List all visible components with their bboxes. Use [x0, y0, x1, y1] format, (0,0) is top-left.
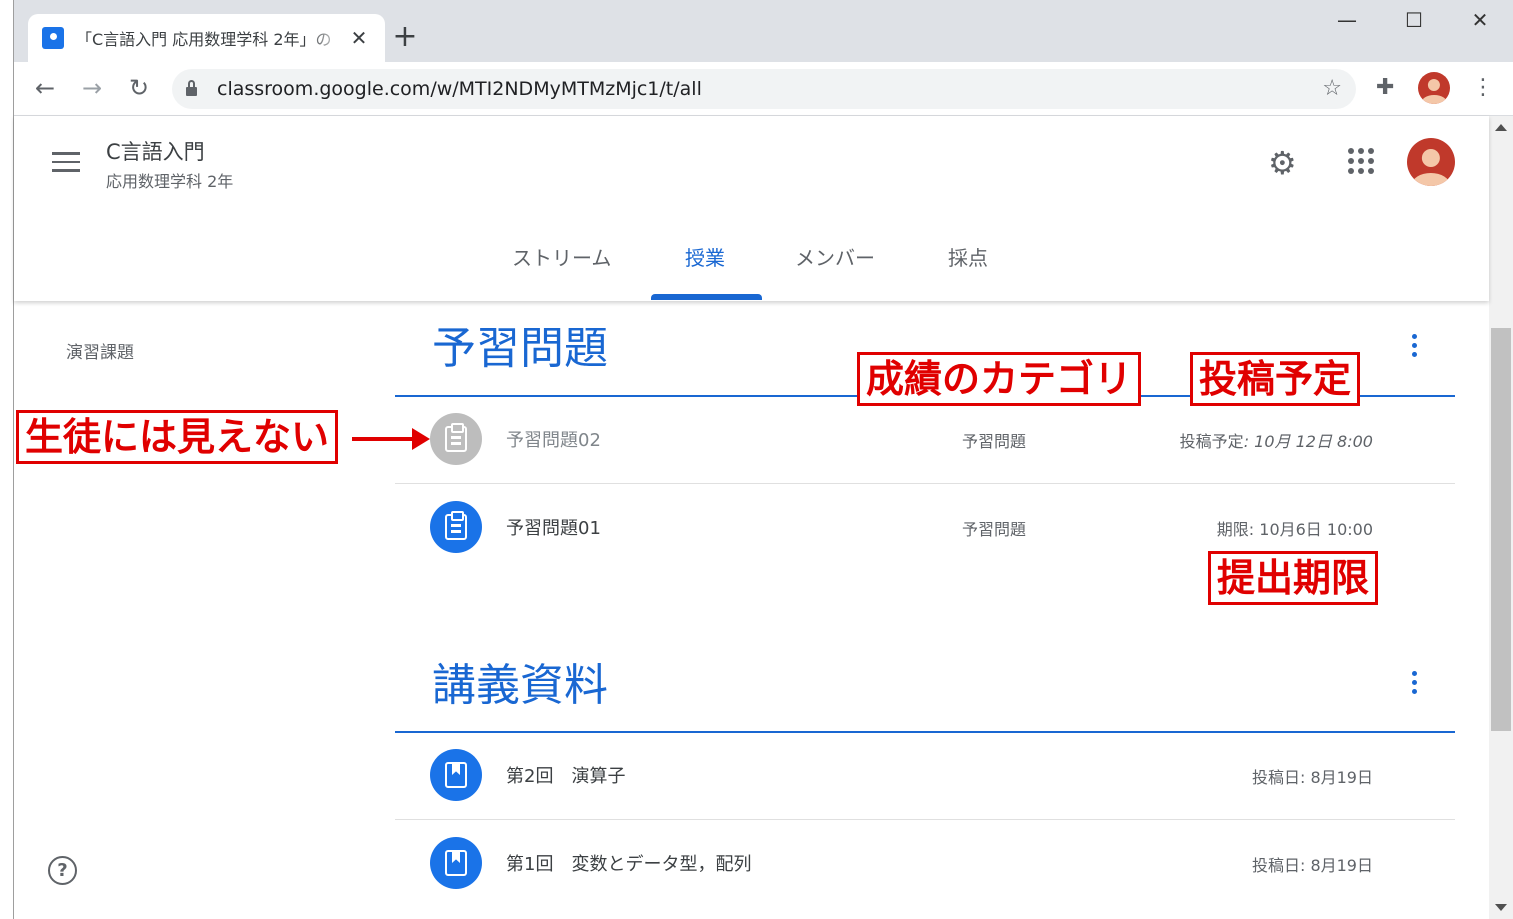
browser-menu-icon[interactable]: ⋮ [1472, 72, 1494, 104]
class-tabs: ストリーム 授業 メンバー 採点 [14, 234, 1489, 301]
tab-people[interactable]: メンバー [795, 242, 875, 271]
browser-tab[interactable]: 「C言語入門 応用数理学科 2年」の ✕ [28, 14, 385, 62]
url-text[interactable]: classroom.google.com/w/MTI2NDMyMTMzMjc1/… [217, 78, 702, 100]
annotation-scheduled-post: 投稿予定 [1190, 352, 1361, 406]
back-button[interactable]: ← [30, 74, 60, 102]
app-bar: C言語入門 応用数理学科 2年 ⚙ ストリーム 授業 メンバー 採点 [14, 116, 1489, 301]
extensions-puzzle-icon[interactable]: ✚ [1376, 75, 1394, 100]
scheduled-label: 投稿予定 [1179, 432, 1244, 451]
topic-more-icon[interactable] [1406, 334, 1422, 357]
scroll-down-icon[interactable] [1495, 904, 1507, 911]
item-category: 予習問題 [962, 432, 1027, 451]
assignment-draft-icon [430, 413, 482, 465]
hamburger-menu-icon[interactable] [52, 152, 80, 172]
material-book-icon [430, 749, 482, 801]
topic-title: 講義資料 [432, 660, 608, 711]
gear-icon[interactable]: ⚙ [1268, 144, 1297, 182]
bookmark-star-icon[interactable]: ☆ [1322, 76, 1342, 101]
tab-title: 「C言語入門 応用数理学科 2年」の [76, 30, 332, 49]
address-bar[interactable]: classroom.google.com/w/MTI2NDMyMTMzMjc1/… [172, 69, 1356, 109]
window-frame [0, 0, 14, 919]
topic-more-icon[interactable] [1406, 671, 1422, 694]
tab-classwork[interactable]: 授業 [685, 242, 725, 271]
classroom-favicon-icon [42, 27, 64, 49]
reload-button[interactable]: ↻ [124, 74, 154, 102]
row-divider [395, 819, 1455, 820]
class-name[interactable]: C言語入門 [106, 136, 205, 166]
topic-title: 予習問題 [432, 323, 608, 374]
scroll-up-icon[interactable] [1495, 124, 1507, 131]
scrollbar-thumb[interactable] [1491, 328, 1511, 731]
active-tab-indicator [651, 294, 762, 300]
material-book-icon [430, 837, 482, 889]
item-title[interactable]: 予習問題01 [506, 514, 601, 540]
browser-toolbar: ← → ↻ classroom.google.com/w/MTI2NDMyMTM… [14, 62, 1513, 116]
account-avatar[interactable] [1407, 138, 1455, 186]
annotation-arrow [352, 428, 430, 450]
item-posted-date: 投稿日: 8月19日 [1251, 768, 1373, 787]
browser-chrome: 「C言語入門 応用数理学科 2年」の ✕ + — ☐ ✕ ← → ↻ class… [14, 0, 1513, 116]
help-icon[interactable]: ? [48, 856, 77, 885]
google-apps-icon[interactable] [1348, 148, 1374, 174]
classroom-page: C言語入門 応用数理学科 2年 ⚙ ストリーム 授業 メンバー 採点 演習課題 … [14, 116, 1489, 919]
class-section: 応用数理学科 2年 [106, 172, 234, 191]
tab-grades[interactable]: 採点 [948, 242, 988, 271]
new-tab-button[interactable]: + [392, 20, 418, 54]
maximize-button[interactable]: ☐ [1394, 8, 1434, 32]
tab-strip: 「C言語入門 応用数理学科 2年」の ✕ + — ☐ ✕ [14, 0, 1513, 62]
row-divider [395, 483, 1455, 484]
item-title[interactable]: 第2回 演算子 [506, 762, 625, 788]
item-scheduled-date: 投稿予定: 10月 12日 8:00 [1180, 428, 1373, 452]
item-title[interactable]: 予習問題02 [506, 426, 601, 452]
item-category: 予習問題 [962, 520, 1027, 539]
topic-nav-item[interactable]: 演習課題 [66, 338, 134, 363]
vertical-scrollbar[interactable] [1489, 116, 1513, 919]
tab-close-icon[interactable]: ✕ [347, 26, 371, 50]
annotation-invisible-to-students: 生徒には見えない [16, 410, 339, 464]
lock-icon[interactable] [186, 80, 197, 96]
annotation-grade-category: 成績のカテゴリ [857, 352, 1142, 406]
item-posted-date: 投稿日: 8月19日 [1251, 856, 1373, 875]
annotation-deadline: 提出期限 [1208, 551, 1379, 605]
item-title[interactable]: 第1回 変数とデータ型，配列 [506, 850, 751, 876]
browser-profile-avatar[interactable] [1418, 72, 1450, 104]
tab-stream[interactable]: ストリーム [512, 242, 611, 271]
item-due-date: 期限: 10月6日 10:00 [1216, 520, 1373, 539]
forward-button[interactable]: → [77, 74, 107, 102]
close-window-button[interactable]: ✕ [1460, 8, 1500, 32]
assignment-icon [430, 501, 482, 553]
minimize-button[interactable]: — [1327, 8, 1367, 32]
topic-divider [395, 731, 1455, 733]
scheduled-value: : 10月 12日 8:00 [1243, 432, 1373, 451]
